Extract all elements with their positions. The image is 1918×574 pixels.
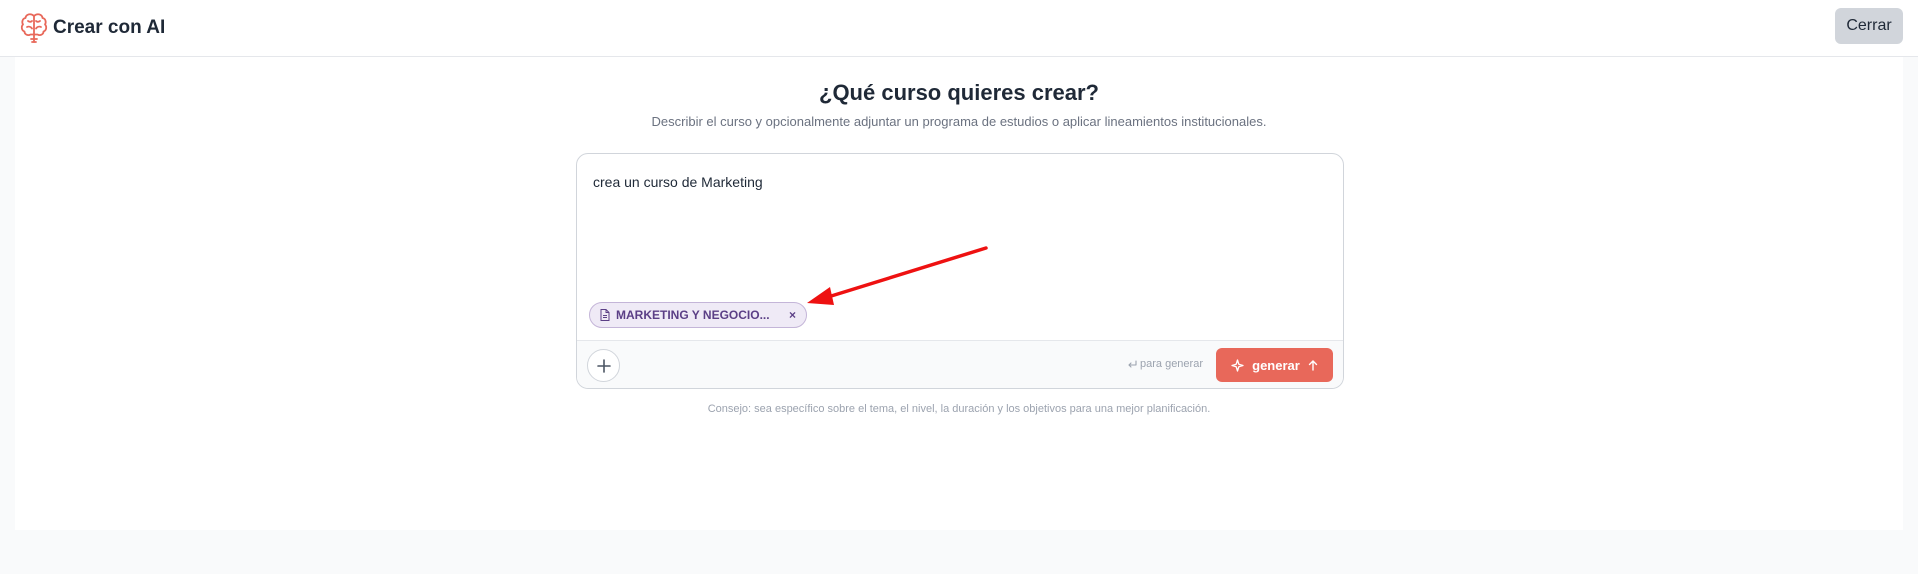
plus-icon [596, 358, 611, 373]
keyboard-hint: para generar [1127, 358, 1203, 370]
tip-text: Consejo: sea específico sobre el tema, e… [707, 403, 1211, 415]
top-bar: Crear con AI Cerrar [0, 0, 1918, 57]
attachment-name: MARKETING Y NEGOCIO... [616, 308, 770, 322]
close-button[interactable]: Cerrar [1835, 8, 1903, 44]
attachment-chip: MARKETING Y NEGOCIO... × [589, 302, 807, 328]
prompt-textarea[interactable]: crea un curso de Marketing [593, 174, 763, 190]
composer-footer: para generar generar [577, 340, 1343, 388]
generate-label: generar [1252, 357, 1300, 373]
hint-text: para generar [1140, 358, 1203, 370]
add-attachment-button[interactable] [587, 349, 620, 382]
enter-key-icon [1128, 359, 1137, 368]
sparkle-icon [1231, 358, 1244, 372]
generate-button[interactable]: generar [1216, 348, 1333, 382]
remove-attachment-button[interactable]: × [789, 308, 796, 322]
app-title: Crear con AI [53, 17, 166, 38]
page-subtitle: Describir el curso y opcionalmente adjun… [651, 114, 1267, 129]
arrow-up-icon [1308, 359, 1318, 371]
course-prompt-composer[interactable]: crea un curso de Marketing MARKETING Y N… [576, 153, 1344, 389]
brand: Crear con AI [20, 11, 165, 45]
brain-icon [20, 13, 48, 43]
document-icon [600, 309, 610, 321]
page-title: ¿Qué curso quieres crear? [819, 80, 1099, 105]
